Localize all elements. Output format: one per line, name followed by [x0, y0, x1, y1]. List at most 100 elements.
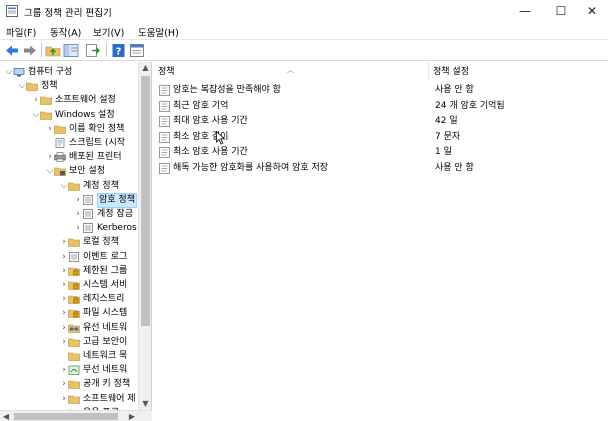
- tree-item[interactable]: ⌵ 보안 설정: [0, 165, 150, 178]
- lockfolder-icon: [68, 267, 80, 276]
- help-icon[interactable]: ?: [111, 43, 127, 58]
- tree-item[interactable]: › 로컬 정책: [0, 236, 150, 249]
- policy-row[interactable]: 해독 가능한 암호화를 사용하여 암호 저장 사용 안 함: [154, 162, 608, 175]
- chevron-right-icon[interactable]: ›: [46, 123, 54, 136]
- tree-item[interactable]: › 레지스트리: [0, 293, 150, 306]
- chevron-right-icon[interactable]: ›: [60, 307, 68, 320]
- tree-item[interactable]: ⌵ 컴퓨터 구성: [0, 66, 150, 79]
- tree-item[interactable]: › 무선 네트워: [0, 364, 150, 377]
- tree-item[interactable]: › 이름 확인 정책: [0, 123, 150, 136]
- scroll-right-arrow-icon[interactable]: ▶: [126, 411, 138, 421]
- tree-item[interactable]: › Kerberos: [0, 222, 150, 235]
- menu-view[interactable]: 보기(V): [93, 25, 124, 39]
- properties-icon[interactable]: [129, 43, 145, 58]
- chevron-right-icon[interactable]: ›: [46, 151, 54, 164]
- menu-file[interactable]: 파일(F): [6, 25, 36, 39]
- scroll-thumb[interactable]: [141, 76, 150, 326]
- tree-item[interactable]: › 고급 보안이: [0, 336, 150, 349]
- chevron-right-icon[interactable]: ›: [60, 293, 68, 306]
- tree-horizontal-scrollbar[interactable]: ◀ ▶: [0, 410, 152, 421]
- chevron-down-icon[interactable]: ⌵: [32, 109, 40, 122]
- tree-item-label: 로컬 정책: [83, 237, 119, 248]
- tree-item-label: 네트워크 목: [83, 351, 128, 361]
- policy-setting-value: 7 문자: [435, 131, 461, 142]
- tree-item-label: 배포된 프린터: [69, 152, 122, 163]
- minimize-button[interactable]: —: [507, 0, 543, 22]
- back-arrow-icon[interactable]: [4, 43, 20, 58]
- tree-item[interactable]: › 암호 정책: [0, 192, 150, 208]
- close-button[interactable]: ✕: [574, 0, 608, 22]
- chevron-right-icon[interactable]: ›: [74, 194, 82, 207]
- scroll-thumb[interactable]: [14, 413, 118, 420]
- chevron-right-icon[interactable]: ›: [60, 251, 68, 264]
- chevron-right-icon[interactable]: ›: [60, 279, 68, 292]
- chevron-down-icon[interactable]: ⌵: [60, 180, 68, 193]
- tree-item[interactable]: 스크립트 (시작: [0, 137, 150, 150]
- title-bar: 그룹 정책 관리 편집기 — ☐ ✕: [0, 0, 608, 22]
- tree-item-label: 레지스트리: [83, 294, 125, 305]
- folder-icon: [68, 239, 80, 248]
- chevron-right-icon[interactable]: [60, 350, 68, 363]
- chevron-right-icon[interactable]: ›: [60, 322, 68, 335]
- tree-item[interactable]: › 이벤트 로그: [0, 251, 150, 264]
- folder-icon: [26, 82, 38, 91]
- chevron-right-icon[interactable]: ›: [32, 94, 40, 107]
- scroll-left-arrow-icon[interactable]: ◀: [0, 411, 12, 421]
- folder-icon: [68, 381, 80, 390]
- policy-row[interactable]: 최대 암호 사용 기간 42 일: [154, 115, 608, 128]
- chevron-right-icon[interactable]: ›: [60, 378, 68, 391]
- tree-item[interactable]: › 소프트웨어 제: [0, 393, 150, 406]
- policy-row[interactable]: 최소 암호 사용 기간 1 일: [154, 146, 608, 159]
- policy-row[interactable]: 암호는 복잡성을 만족해야 함 사용 안 함: [154, 84, 608, 97]
- tree-vertical-scrollbar[interactable]: ▲ ▼: [138, 62, 151, 410]
- tree-item[interactable]: ⌵ Windows 설정: [0, 109, 150, 122]
- chevron-right-icon[interactable]: ›: [74, 222, 82, 235]
- chevron-down-icon[interactable]: ⌵: [5, 66, 13, 79]
- show-tree-icon[interactable]: [63, 43, 79, 58]
- group-policy-app-icon: [6, 5, 18, 17]
- export-list-icon[interactable]: [85, 43, 101, 58]
- scroll-up-arrow-icon[interactable]: ▲: [139, 62, 152, 74]
- menu-action[interactable]: 동작(A): [50, 25, 81, 39]
- column-header-setting[interactable]: 정책 설정: [429, 62, 608, 80]
- menu-help[interactable]: 도움말(H): [138, 25, 179, 39]
- lockfolder-icon: [68, 295, 80, 304]
- tree-item-label: 파일 시스템: [83, 308, 128, 319]
- chevron-down-icon[interactable]: ⌵: [18, 80, 26, 93]
- scroll-down-arrow-icon[interactable]: ▼: [139, 398, 152, 410]
- chevron-right-icon[interactable]: ›: [74, 208, 82, 221]
- policy-setting-icon: [159, 100, 170, 112]
- chevron-right-icon[interactable]: ›: [60, 265, 68, 278]
- chevron-right-icon[interactable]: ›: [60, 393, 68, 406]
- tree-item[interactable]: › 시스템 서비: [0, 279, 150, 292]
- column-header-policy[interactable]: 정책 ︿: [154, 62, 429, 80]
- tree-item[interactable]: › 제한된 그룹: [0, 265, 150, 278]
- tree-item[interactable]: › 계정 잠금: [0, 208, 150, 221]
- lockfolder-icon: [68, 310, 80, 319]
- up-folder-icon[interactable]: [45, 43, 61, 58]
- tree-item[interactable]: › 유선 네트워: [0, 322, 150, 335]
- tree-item[interactable]: › 배포된 프린터: [0, 151, 150, 164]
- wired-icon: [68, 324, 80, 333]
- wireless-icon: [68, 365, 80, 376]
- policy-icon: [83, 209, 93, 219]
- tree-item-label: Windows 설정: [55, 109, 115, 120]
- chevron-right-icon[interactable]: ›: [60, 364, 68, 377]
- policy-row[interactable]: 최근 암호 기억 24 개 암호 기억됨: [154, 100, 608, 113]
- tree-item[interactable]: ⌵ 정책: [0, 80, 150, 93]
- tree-item[interactable]: ⌵ 계정 정책: [0, 180, 150, 193]
- tree-item[interactable]: › 공개 키 정책: [0, 378, 150, 391]
- tree-item[interactable]: › 파일 시스템: [0, 307, 150, 320]
- chevron-down-icon[interactable]: ⌵: [46, 165, 54, 178]
- tree-item[interactable]: 네트워크 목: [0, 350, 150, 363]
- forward-arrow-icon[interactable]: [22, 43, 38, 58]
- tree-item-label: 계정 잠금: [97, 209, 133, 219]
- folder-icon: [40, 111, 52, 120]
- chevron-right-icon[interactable]: ›: [60, 336, 68, 349]
- tree-item[interactable]: › 소프트웨어 설정: [0, 94, 150, 107]
- tree-item-label: 이벤트 로그: [83, 251, 128, 262]
- folder-icon: [68, 352, 80, 361]
- chevron-right-icon[interactable]: [46, 137, 54, 150]
- chevron-right-icon[interactable]: ›: [60, 236, 68, 249]
- tree-item-label: 고급 보안이: [83, 336, 128, 347]
